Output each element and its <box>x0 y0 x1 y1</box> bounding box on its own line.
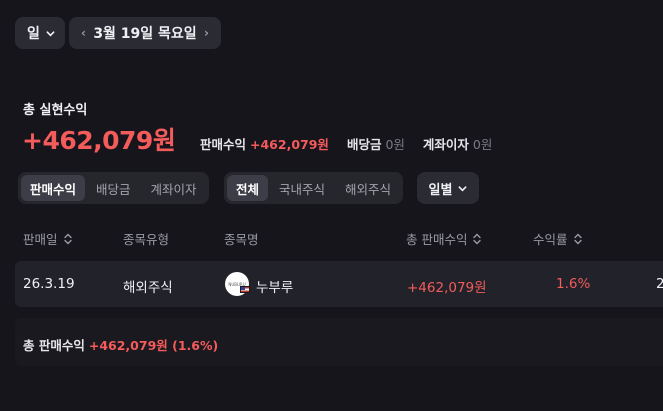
column-asset-type: 종목유형 <box>123 232 170 247</box>
tab-overseas[interactable]: 해외주식 <box>336 175 400 201</box>
chevron-down-icon <box>46 30 55 36</box>
chevron-right-icon[interactable]: › <box>204 26 209 40</box>
footer-summary: 총 판매수익 +462,079원 (1.6%) <box>23 335 218 354</box>
breakdown-dividend: 배당금 0원 <box>346 137 405 152</box>
row-total-profit: +462,079원 <box>407 280 487 296</box>
chevron-left-icon[interactable]: ‹ <box>81 26 86 40</box>
footer-label: 총 판매수익 <box>23 338 85 353</box>
footer-value: +462,079원 (1.6%) <box>88 338 219 353</box>
row-asset-type: 해외주식 <box>123 280 173 296</box>
date-label: 3월 19일 목요일 <box>93 26 197 42</box>
sort-icon <box>573 233 582 244</box>
realized-profit-screen: 일 ‹ 3월 19일 목요일 › 총 실현수익 +462,079원 판매수익 +4… <box>0 0 663 411</box>
column-sale-date[interactable]: 판매일 <box>23 229 73 248</box>
summary-amount: +462,079원 <box>22 126 176 155</box>
period-label: 일 <box>27 26 40 42</box>
column-total-profit[interactable]: 총 판매수익 <box>406 229 482 248</box>
market-tabs: 전체 국내주식 해외주식 <box>224 172 404 204</box>
interval-dropdown[interactable]: 일별 <box>417 172 479 204</box>
row-return-rate: 1.6% <box>556 276 591 292</box>
summary-title: 총 실현수익 <box>23 103 88 118</box>
sort-icon <box>63 233 72 244</box>
breakdown-interest: 계좌이자 0원 <box>422 137 493 152</box>
row-sale-date: 26.3.19 <box>23 276 75 292</box>
profit-breakdown: 판매수익 +462,079원 배당금 0원 계좌이자 0원 <box>200 134 492 153</box>
us-flag-icon <box>240 286 250 293</box>
tab-dividend[interactable]: 배당금 <box>87 175 140 201</box>
date-navigator: ‹ 3월 19일 목요일 › <box>69 17 221 49</box>
tab-all[interactable]: 전체 <box>227 175 269 201</box>
column-return-rate[interactable]: 수익률 <box>533 229 583 248</box>
row-overflow-cell: 2 <box>656 276 663 292</box>
sort-icon <box>473 233 482 244</box>
tab-domestic[interactable]: 국내주식 <box>270 175 334 201</box>
interval-label: 일별 <box>428 182 453 198</box>
tab-interest[interactable]: 계좌이자 <box>142 175 206 201</box>
breakdown-sales: 판매수익 +462,079원 <box>200 137 329 152</box>
period-dropdown[interactable]: 일 <box>15 17 65 49</box>
tab-sales-profit[interactable]: 판매수익 <box>21 175 86 201</box>
profit-type-tabs: 판매수익 배당금 계좌이자 <box>18 172 209 204</box>
column-stock-name: 종목명 <box>224 232 259 247</box>
chevron-down-icon <box>458 185 467 191</box>
row-stock-name: 누부루 <box>256 280 294 296</box>
